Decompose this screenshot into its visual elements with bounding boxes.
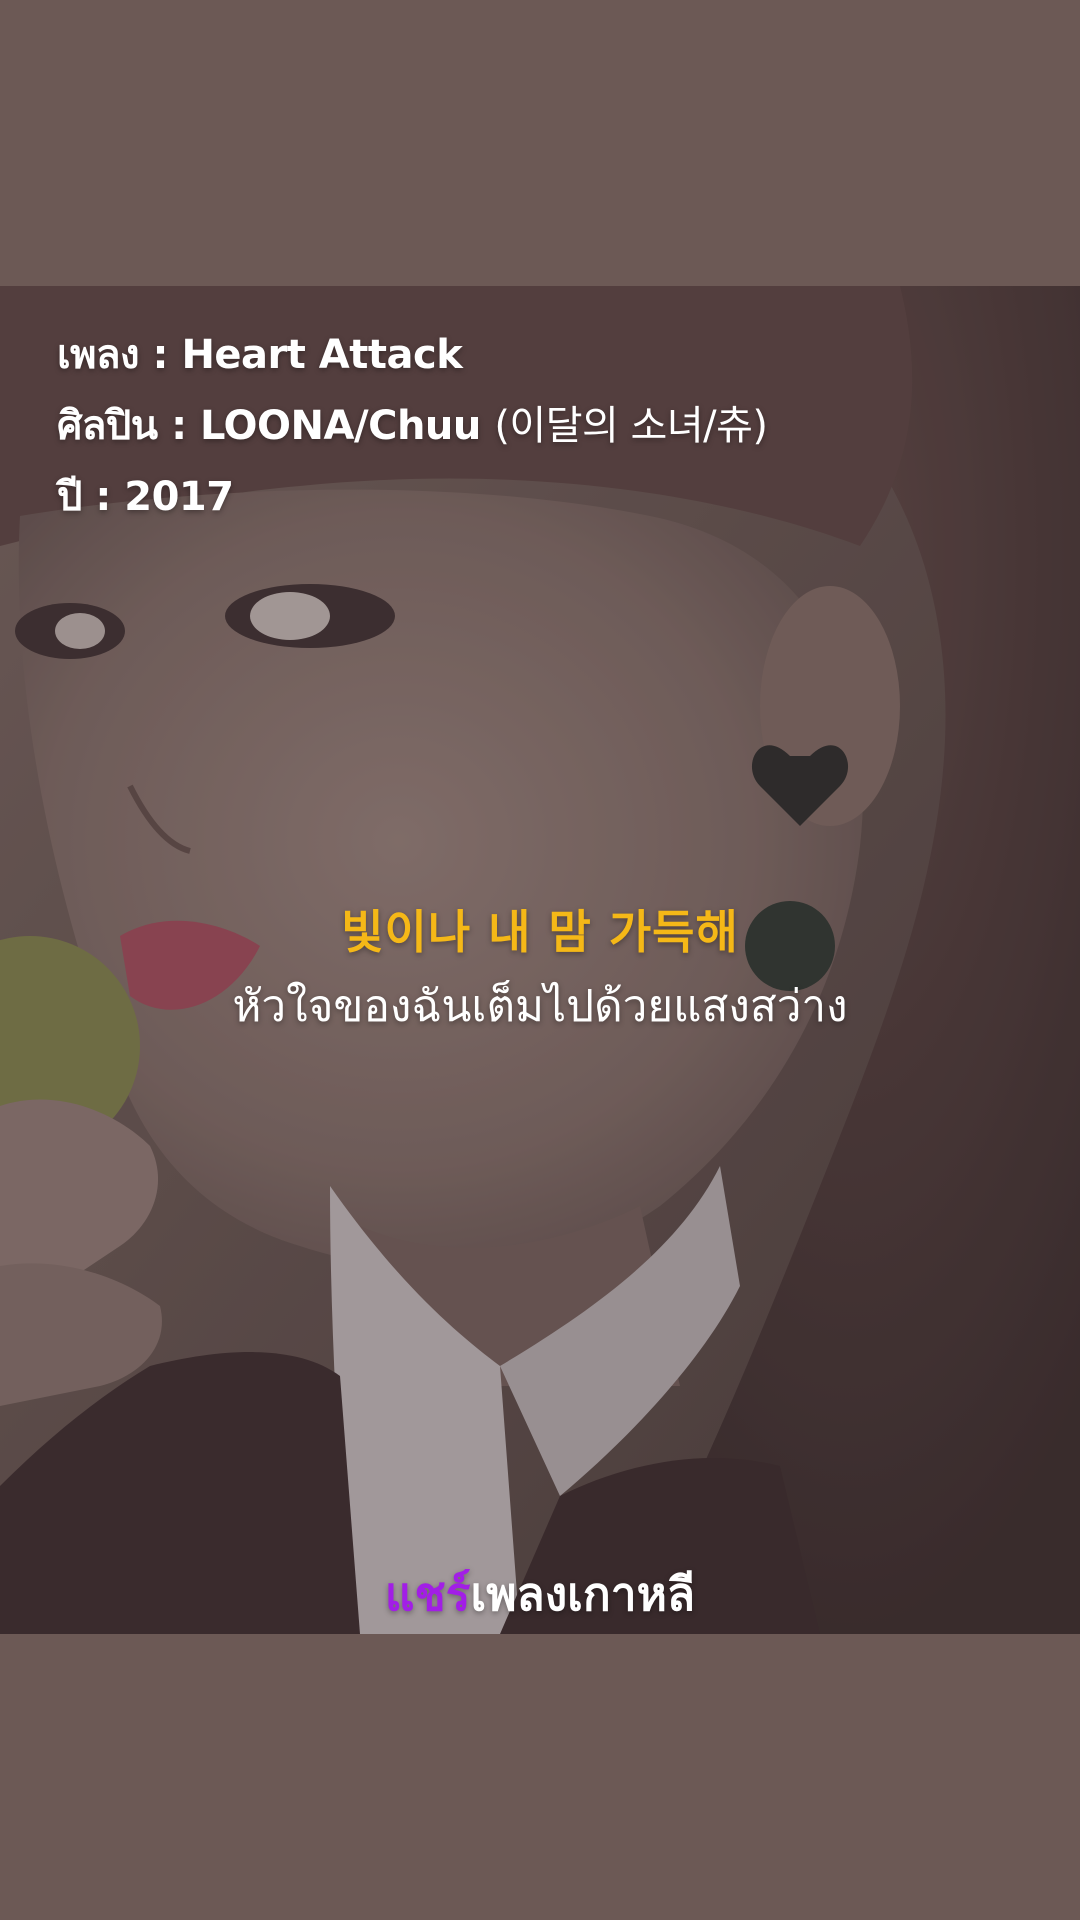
thai-lyric-translation: หัวใจของฉันเต็มไปด้วยแสงสว่าง bbox=[232, 981, 848, 1032]
song-info-line: เพลง : Heart Attack bbox=[57, 322, 463, 386]
artist-name: LOONA/Chuu bbox=[199, 403, 495, 449]
song-title: Heart Attack bbox=[181, 332, 463, 378]
brand-text: เพลงเกาหลี bbox=[470, 1567, 696, 1621]
artist-label: ศิลปิน : bbox=[57, 403, 200, 449]
year-info-line: ปี : 2017 bbox=[57, 464, 234, 528]
artist-korean-name: (이달의 소녀/츄) bbox=[494, 403, 768, 449]
song-label: เพลง : bbox=[57, 332, 182, 378]
page: เพลง : Heart Attack ศิลปิน : LOONA/Chuu … bbox=[0, 0, 1080, 1920]
korean-lyric: 빛이나 내 맘 가득해 bbox=[341, 905, 739, 959]
brand-accent-text: แชร์ bbox=[384, 1567, 471, 1621]
video-frame[interactable]: เพลง : Heart Attack ศิลปิน : LOONA/Chuu … bbox=[0, 286, 1080, 1634]
year-value: 2017 bbox=[124, 474, 234, 520]
channel-brand: แชร์เพลงเกาหลี bbox=[0, 1558, 1080, 1631]
year-label: ปี : bbox=[57, 474, 125, 520]
artist-info-line: ศิลปิน : LOONA/Chuu (이달의 소녀/츄) bbox=[57, 393, 768, 457]
